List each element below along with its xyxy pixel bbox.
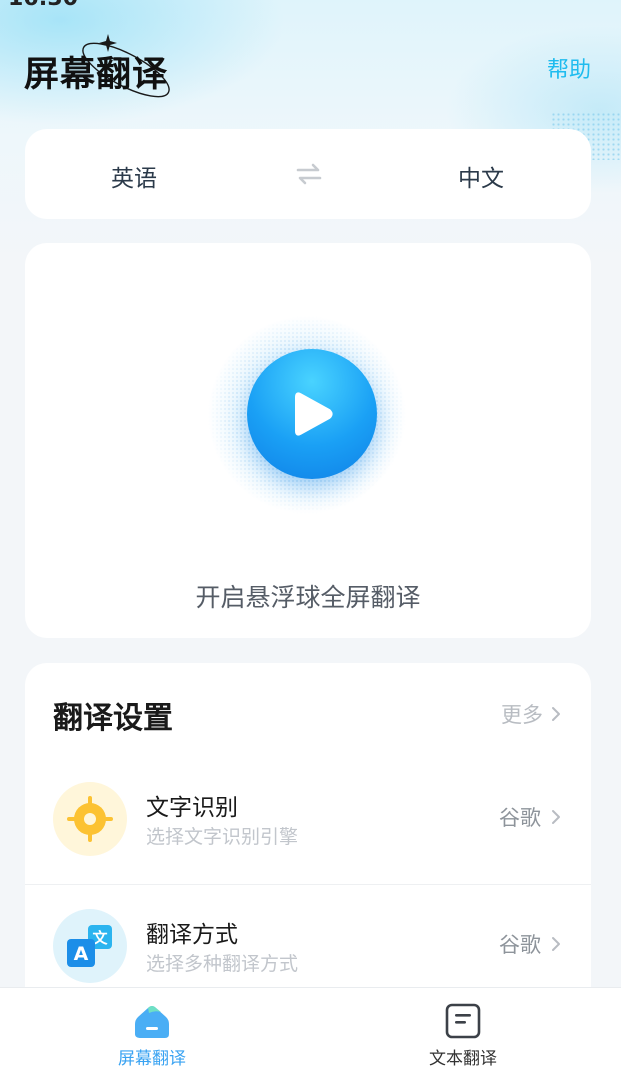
mode-value-label: 谷歌: [499, 933, 541, 957]
mode-value: 谷歌: [499, 929, 561, 959]
bottom-tab-bar: 屏幕翻译 文本翻译: [0, 987, 621, 1075]
tab-screen-translate-label: 屏幕翻译: [118, 1049, 186, 1069]
target-language-button[interactable]: 中文: [458, 159, 504, 193]
play-icon: [295, 392, 333, 436]
source-language-button[interactable]: 英语: [111, 159, 157, 193]
page-title: 屏幕翻译: [24, 55, 169, 95]
status-bar: 16:30: [0, 0, 621, 11]
start-floating-ball-button[interactable]: [247, 349, 377, 479]
translate-icon-bg: 文 A: [53, 909, 127, 983]
ocr-setting-row[interactable]: 文字识别 选择文字识别引擎 谷歌: [25, 758, 591, 878]
crosshair-icon: [67, 796, 113, 842]
mode-subtitle: 选择多种翻译方式: [146, 953, 299, 975]
settings-title: 翻译设置: [53, 701, 173, 736]
document-icon: [445, 1003, 481, 1039]
home-icon: [135, 1006, 169, 1038]
start-caption: 开启悬浮球全屏翻译: [195, 583, 421, 612]
ocr-engine-label: 谷歌: [499, 806, 541, 830]
tab-screen-translate[interactable]: 屏幕翻译: [52, 988, 252, 1075]
start-floating-ball-card: 开启悬浮球全屏翻译: [25, 243, 591, 638]
ocr-engine-value: 谷歌: [499, 802, 561, 832]
tab-text-translate[interactable]: 文本翻译: [363, 988, 563, 1075]
chevron-right-icon: [552, 937, 560, 951]
tab-text-translate-label: 文本翻译: [429, 1049, 497, 1069]
translate-icon: 文 A: [67, 925, 112, 967]
language-selector-card: 英语 中文: [25, 129, 591, 219]
page-header: 屏幕翻译: [24, 34, 204, 110]
svg-text:A: A: [74, 943, 89, 965]
help-link[interactable]: 帮助: [547, 52, 591, 84]
ocr-icon-bg: [53, 782, 127, 856]
chevron-right-icon: [552, 810, 560, 824]
ocr-title: 文字识别: [146, 795, 238, 821]
more-label: 更多: [501, 703, 543, 727]
status-time: 16:30: [8, 0, 78, 11]
swap-languages-icon[interactable]: [296, 162, 322, 186]
screen-translate-page: 16:30 屏幕翻译 帮助 英语 中文 开启悬浮球全屏翻译: [0, 0, 621, 1075]
mode-title: 翻译方式: [146, 922, 238, 948]
ocr-subtitle: 选择文字识别引擎: [146, 826, 299, 848]
more-settings-link[interactable]: 更多: [501, 699, 561, 729]
chevron-right-icon: [552, 707, 560, 721]
